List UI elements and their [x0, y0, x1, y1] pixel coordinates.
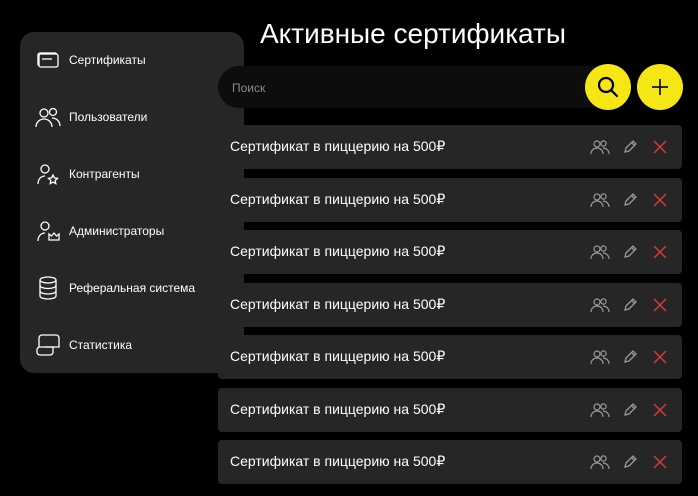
edit-icon[interactable] [620, 347, 640, 367]
users-icon[interactable] [590, 452, 610, 472]
certificate-title: Сертификат в пиццерию на 500₽ [230, 295, 446, 312]
certificate-row[interactable]: Сертификат в пиццерию на 500₽ [218, 335, 682, 379]
counterparty-icon [34, 162, 62, 186]
edit-icon[interactable] [620, 295, 640, 315]
delete-icon[interactable] [650, 400, 670, 420]
users-icon[interactable] [590, 347, 610, 367]
sidebar-item-label: Администраторы [69, 224, 165, 238]
certificate-title: Сертификат в пиццерию на 500₽ [230, 138, 446, 154]
admin-icon [34, 219, 62, 243]
delete-icon[interactable] [650, 242, 670, 262]
certificate-row[interactable]: Сертификат в пиццерию на 500₽ [218, 177, 682, 222]
certificate-row[interactable]: Сертификат в пиццерию на 500₽ [218, 440, 682, 484]
sidebar-item-label: Сертификаты [69, 53, 146, 67]
search-icon [597, 76, 619, 98]
certificate-title: Сертификат в пиццерию на 500₽ [230, 243, 446, 259]
certificate-icon [34, 48, 62, 72]
plus-icon [652, 79, 668, 95]
delete-icon[interactable] [650, 137, 670, 157]
certificate-row[interactable]: Сертификат в пиццерию на 500₽ [218, 230, 682, 274]
users-icon [34, 105, 62, 129]
certificate-title: Сертификат в пиццерию на 500₽ [230, 190, 446, 207]
edit-icon[interactable] [620, 452, 640, 472]
sidebar-item-referral[interactable]: Реферальная система [20, 268, 244, 308]
sidebar-item-statistics[interactable]: Статистика [20, 325, 244, 365]
sidebar: Сертификаты Пользователи Контрагенты Адм… [20, 32, 244, 373]
search-input[interactable] [230, 66, 594, 110]
database-icon [34, 276, 62, 300]
certificate-row[interactable]: Сертификат в пиццерию на 500₽ [218, 282, 682, 327]
search-bar [218, 66, 618, 110]
certificate-title: Сертификат в пиццерию на 500₽ [230, 453, 446, 469]
delete-icon[interactable] [650, 347, 670, 367]
page-title: Активные сертификаты [260, 18, 566, 49]
users-icon[interactable] [590, 242, 610, 262]
sidebar-item-label: Контрагенты [69, 167, 140, 181]
sidebar-item-administrators[interactable]: Администраторы [20, 211, 244, 251]
users-icon[interactable] [590, 295, 610, 315]
delete-icon[interactable] [650, 295, 670, 315]
edit-icon[interactable] [620, 242, 640, 262]
sidebar-item-label: Реферальная система [69, 281, 196, 295]
users-icon[interactable] [590, 137, 610, 157]
delete-icon[interactable] [650, 452, 670, 472]
sidebar-item-label: Статистика [69, 338, 133, 352]
edit-icon[interactable] [620, 137, 640, 157]
edit-icon[interactable] [620, 190, 640, 210]
certificate-title: Сертификат в пиццерию на 500₽ [230, 348, 446, 364]
edit-icon[interactable] [620, 400, 640, 420]
certificate-title: Сертификат в пиццерию на 500₽ [230, 400, 446, 417]
sidebar-item-label: Пользователи [69, 110, 148, 124]
sidebar-item-counterparties[interactable]: Контрагенты [20, 154, 244, 194]
certificate-row[interactable]: Сертификат в пиццерию на 500₽ [218, 387, 682, 432]
statistics-icon [34, 333, 62, 357]
users-icon[interactable] [590, 190, 610, 210]
sidebar-item-users[interactable]: Пользователи [20, 97, 244, 137]
certificate-row[interactable]: Сертификат в пиццерию на 500₽ [218, 125, 682, 169]
delete-icon[interactable] [650, 190, 670, 210]
search-button[interactable] [585, 64, 631, 110]
add-certificate-button[interactable] [637, 64, 683, 110]
users-icon[interactable] [590, 400, 610, 420]
sidebar-item-certificates[interactable]: Сертификаты [20, 40, 244, 80]
